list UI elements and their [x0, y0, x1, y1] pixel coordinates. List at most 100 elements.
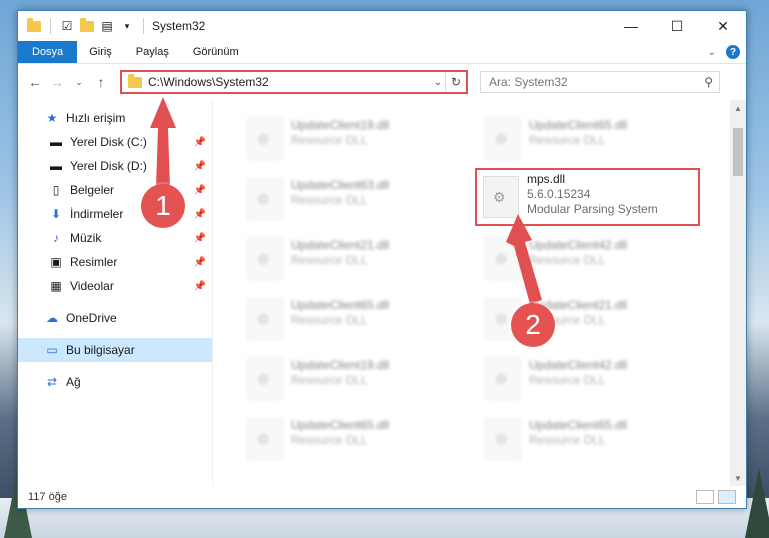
dll-file-icon [247, 418, 283, 460]
file-item[interactable]: UpdateClient21.dllResource DLL [241, 232, 471, 284]
pin-icon: 📌 [193, 232, 206, 244]
scroll-up-icon[interactable]: ▲ [730, 100, 746, 116]
sidebar-item-network[interactable]: ⇄ Ağ [18, 370, 212, 394]
scrollbar-thumb[interactable] [733, 128, 743, 176]
chevron-down-icon[interactable]: ⌄ [431, 77, 445, 88]
file-name: UpdateClient21.dll [291, 238, 390, 252]
forward-button[interactable]: → [46, 71, 68, 93]
tab-file[interactable]: Dosya [18, 41, 78, 63]
file-name: mps.dll [527, 172, 566, 186]
file-item-mps-dll[interactable]: mps.dll 5.6.0.15234 Modular Parsing Syst… [475, 168, 700, 226]
sidebar-item-label: İndirmeler [70, 207, 124, 221]
maximize-button[interactable]: ☐ [654, 11, 700, 41]
folder-icon [26, 17, 42, 33]
chevron-down-icon[interactable]: ▾ [119, 19, 135, 33]
address-bar[interactable]: C:\Windows\System32 ⌄ ↻ [120, 70, 468, 94]
sidebar-item-quick-access[interactable]: ★ Hızlı erişim [18, 106, 212, 130]
pin-icon: 📌 [193, 136, 206, 148]
computer-icon: ▭ [46, 343, 58, 357]
help-icon[interactable]: ? [726, 45, 740, 59]
back-button[interactable]: ← [24, 71, 46, 93]
tab-view[interactable]: Görünüm [181, 41, 251, 63]
pin-icon: 📌 [193, 256, 206, 268]
file-name: UpdateClient42.dll [529, 358, 628, 372]
file-type: Resource DLL [291, 253, 368, 267]
file-type: Resource DLL [291, 133, 368, 147]
file-item[interactable]: UpdateClient65.dllResource DLL [479, 412, 709, 464]
vertical-scrollbar[interactable]: ▲ ▼ [730, 100, 746, 486]
file-item[interactable]: UpdateClient19.dllResource DLL [241, 112, 471, 164]
refresh-button[interactable]: ↻ [445, 72, 466, 92]
sidebar-item-videos[interactable]: ▦ Videolar 📌 [18, 274, 212, 298]
sidebar-item-drive-d[interactable]: ▬ Yerel Disk (D:) 📌 [18, 154, 212, 178]
navigation-pane: ★ Hızlı erişim ▬ Yerel Disk (C:) 📌 ▬ Yer… [18, 100, 213, 486]
sidebar-item-label: Hızlı erişim [66, 111, 126, 125]
new-folder-icon[interactable] [79, 17, 95, 33]
file-explorer-window: ☑ ▤ ▾ System32 — ☐ ✕ Dosya Giriş Paylaş … [17, 10, 747, 509]
search-box[interactable]: ⚲ [480, 71, 720, 93]
dll-file-icon [485, 358, 521, 400]
dll-file-icon [247, 358, 283, 400]
details-view-icon[interactable] [696, 490, 714, 504]
sidebar-item-music[interactable]: ♪ Müzik 📌 [18, 226, 212, 250]
dll-file-icon [485, 418, 521, 460]
file-item[interactable]: UpdateClient65.dllResource DLL [479, 112, 709, 164]
scroll-down-icon[interactable]: ▼ [730, 470, 746, 486]
navigation-bar: ← → ⌄ ↑ C:\Windows\System32 ⌄ ↻ ⚲ [18, 64, 746, 100]
sidebar-item-label: Yerel Disk (C:) [70, 135, 147, 149]
minimize-button[interactable]: — [608, 11, 654, 41]
videos-icon: ▦ [50, 279, 62, 293]
close-button[interactable]: ✕ [700, 11, 746, 41]
recent-locations-button[interactable]: ⌄ [68, 71, 90, 93]
customize-icon[interactable]: ▤ [99, 19, 115, 33]
sidebar-item-this-pc[interactable]: ▭ Bu bilgisayar [18, 338, 212, 362]
network-icon: ⇄ [46, 375, 58, 389]
documents-icon: ▯ [52, 183, 60, 197]
file-type: Resource DLL [291, 193, 368, 207]
file-list: UpdateClient19.dllResource DLL UpdateCli… [213, 100, 746, 486]
file-item[interactable]: UpdateClient42.dllResource DLL [479, 232, 709, 284]
background-tree [745, 468, 769, 538]
star-icon: ★ [46, 111, 58, 125]
search-input[interactable] [487, 74, 705, 90]
pin-icon: 📌 [193, 280, 206, 292]
file-item[interactable]: UpdateClient65.dllResource DLL [241, 292, 471, 344]
sidebar-item-pictures[interactable]: ▣ Resimler 📌 [18, 250, 212, 274]
file-item[interactable]: UpdateClient19.dllResource DLL [241, 352, 471, 404]
drive-icon: ▬ [50, 135, 62, 149]
file-version: 5.6.0.15234 [527, 187, 591, 201]
pin-icon: 📌 [193, 160, 206, 172]
drive-icon: ▬ [50, 159, 62, 173]
file-name: UpdateClient65.dll [291, 298, 390, 312]
separator [50, 18, 51, 34]
tab-share[interactable]: Paylaş [124, 41, 181, 63]
ribbon-right: ⌄ ? [708, 41, 746, 63]
quick-access-toolbar: ☑ ▤ ▾ [18, 17, 148, 34]
large-icons-view-icon[interactable] [718, 490, 736, 504]
expand-ribbon-icon[interactable]: ⌄ [708, 47, 716, 58]
sidebar-item-drive-c[interactable]: ▬ Yerel Disk (C:) 📌 [18, 130, 212, 154]
status-bar: 117 öğe [18, 486, 746, 508]
file-item[interactable]: UpdateClient63.dllResource DLL [241, 172, 471, 224]
file-type: Resource DLL [529, 433, 606, 447]
file-item[interactable]: UpdateClient65.dllResource DLL [241, 412, 471, 464]
explorer-body: ★ Hızlı erişim ▬ Yerel Disk (C:) 📌 ▬ Yer… [18, 100, 746, 486]
properties-icon[interactable]: ☑ [59, 19, 75, 33]
sidebar-item-label: Belgeler [70, 183, 115, 197]
file-name: UpdateClient19.dll [291, 118, 390, 132]
pictures-icon: ▣ [50, 255, 62, 269]
music-icon: ♪ [53, 231, 59, 245]
pin-icon: 📌 [193, 208, 206, 220]
tab-home[interactable]: Giriş [77, 41, 124, 63]
file-type: Resource DLL [291, 373, 368, 387]
window-controls: — ☐ ✕ [608, 11, 746, 41]
sidebar-item-onedrive[interactable]: ☁ OneDrive [18, 306, 212, 330]
file-item[interactable]: UpdateClient42.dllResource DLL [479, 352, 709, 404]
dll-file-icon [485, 238, 521, 280]
dll-file-icon [247, 298, 283, 340]
file-name: UpdateClient63.dll [291, 178, 390, 192]
up-button[interactable]: ↑ [90, 71, 112, 93]
search-icon[interactable]: ⚲ [704, 75, 713, 89]
address-path[interactable]: C:\Windows\System32 [148, 75, 431, 89]
